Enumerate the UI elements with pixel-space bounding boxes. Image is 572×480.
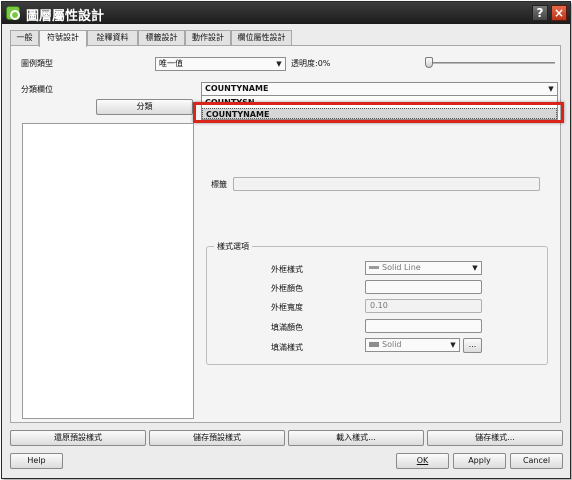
help-icon[interactable]: ? bbox=[532, 5, 548, 21]
fill-style-combo[interactable]: Solid ▼ bbox=[365, 338, 460, 352]
fill-style-label: 填滿樣式 bbox=[271, 343, 303, 352]
chevron-down-icon: ▼ bbox=[548, 85, 554, 93]
cancel-button[interactable]: Cancel bbox=[510, 453, 563, 469]
close-icon[interactable]: × bbox=[551, 5, 567, 21]
label-field[interactable] bbox=[233, 177, 540, 191]
chevron-down-icon: ▼ bbox=[276, 60, 282, 68]
transparency-slider[interactable] bbox=[429, 62, 555, 64]
save-default-style-button[interactable]: 儲存預設樣式 bbox=[149, 430, 285, 446]
tab-metadata[interactable]: 詮釋資料 bbox=[87, 30, 138, 46]
tab-symbology[interactable]: 符號設計 bbox=[39, 30, 87, 47]
chevron-down-icon: ▼ bbox=[450, 341, 456, 349]
field-option-countysn[interactable]: COUNTYSN bbox=[202, 97, 557, 108]
outline-color-label: 外框顏色 bbox=[271, 284, 303, 293]
class-list[interactable] bbox=[22, 123, 194, 419]
fill-pattern-ellipsis-button[interactable]: ... bbox=[463, 338, 482, 353]
tab-labels[interactable]: 標籤設計 bbox=[138, 30, 185, 46]
title-bar[interactable]: 圖層屬性設計 ? × bbox=[2, 2, 570, 24]
outline-color-button[interactable] bbox=[365, 280, 482, 294]
save-style-button[interactable]: 儲存樣式... bbox=[427, 430, 563, 446]
legend-type-value: 唯一值 bbox=[159, 59, 183, 68]
restore-default-style-button[interactable]: 還原預設樣式 bbox=[10, 430, 146, 446]
load-style-button[interactable]: 載入樣式... bbox=[288, 430, 424, 446]
classification-field-label: 分類欄位 bbox=[21, 85, 53, 94]
legend-type-label: 圖例類型 bbox=[21, 59, 53, 68]
field-dropdown-list[interactable]: COUNTYSN COUNTYNAME bbox=[201, 95, 558, 120]
fill-color-label: 填滿顏色 bbox=[271, 323, 303, 332]
transparency-label: 透明度:0% bbox=[291, 59, 331, 68]
line-swatch-icon bbox=[369, 266, 379, 269]
transparency-slider-handle[interactable] bbox=[425, 57, 433, 68]
classification-field-value: COUNTYNAME bbox=[205, 84, 269, 93]
layer-properties-dialog: 圖層屬性設計 ? × 一般 符號設計 詮釋資料 標籤設計 動作設計 欄位屬性設計… bbox=[1, 1, 571, 479]
outline-style-label: 外框樣式 bbox=[271, 265, 303, 274]
label-label: 標籤 bbox=[211, 180, 227, 189]
classify-button[interactable]: 分類 bbox=[96, 99, 193, 115]
apply-button[interactable]: Apply bbox=[453, 453, 506, 469]
outline-style-combo[interactable]: Solid Line ▼ bbox=[365, 261, 482, 275]
tab-fields[interactable]: 欄位屬性設計 bbox=[231, 30, 292, 46]
fill-style-value: Solid bbox=[382, 340, 402, 349]
window-title: 圖層屬性設計 bbox=[26, 9, 105, 24]
outline-width-value: 0.10 bbox=[370, 301, 388, 310]
style-options-title: 樣式選項 bbox=[214, 241, 252, 252]
classification-field-combo[interactable]: COUNTYNAME ▼ bbox=[201, 82, 558, 96]
tab-general[interactable]: 一般 bbox=[10, 30, 39, 46]
qgis-logo-icon bbox=[6, 6, 20, 20]
help-button[interactable]: Help bbox=[10, 453, 63, 469]
outline-width-spinbox[interactable]: 0.10 bbox=[365, 299, 482, 313]
outline-width-label: 外框寬度 bbox=[271, 303, 303, 312]
field-option-countyname[interactable]: COUNTYNAME bbox=[202, 108, 557, 119]
chevron-down-icon: ▼ bbox=[472, 264, 478, 272]
ok-button[interactable]: OK bbox=[396, 453, 449, 469]
fill-color-button[interactable] bbox=[365, 319, 482, 333]
symbology-panel: 圖例類型 唯一值 ▼ 透明度:0% 分類欄位 分類 COUNTYNAME ▼ C… bbox=[10, 45, 564, 423]
outline-style-value: Solid Line bbox=[382, 263, 421, 272]
legend-type-combo[interactable]: 唯一值 ▼ bbox=[155, 57, 286, 71]
tab-actions[interactable]: 動作設計 bbox=[185, 30, 231, 46]
fill-swatch-icon bbox=[369, 342, 379, 347]
